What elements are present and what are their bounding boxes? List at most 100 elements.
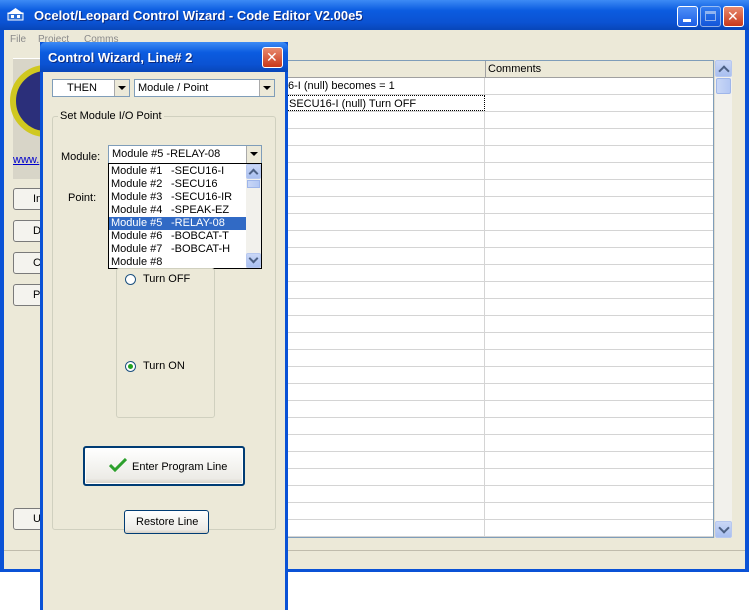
scroll-down-button[interactable] — [715, 521, 732, 538]
code-cell[interactable] — [285, 520, 485, 536]
code-cell[interactable] — [285, 367, 485, 383]
code-cell[interactable] — [285, 129, 485, 145]
wizard-title: Control Wizard, Line# 2 — [48, 50, 193, 65]
code-cell[interactable] — [285, 146, 485, 162]
code-cell[interactable] — [285, 231, 485, 247]
option-type: -SPEAK-EZ — [171, 204, 230, 216]
chevron-up-icon — [718, 65, 730, 77]
enter-program-line-button[interactable]: Enter Program Line — [83, 446, 245, 486]
dropdown-scroll-thumb[interactable] — [247, 180, 260, 188]
table-row[interactable] — [285, 282, 713, 299]
table-row[interactable] — [285, 146, 713, 163]
restore-button-label: Restore Line — [136, 516, 199, 528]
table-row[interactable] — [285, 418, 713, 435]
main-close-button[interactable]: ✕ — [723, 6, 744, 27]
comments-column-header[interactable]: Comments — [485, 61, 713, 77]
table-row[interactable] — [285, 248, 713, 265]
code-cell[interactable] — [285, 401, 485, 417]
table-row[interactable] — [285, 299, 713, 316]
app-icon — [7, 8, 24, 21]
scroll-thumb[interactable] — [716, 78, 731, 94]
code-cell[interactable] — [285, 180, 485, 196]
list-item[interactable]: Module #7 -BOBCAT-H — [109, 243, 246, 256]
restore-line-button[interactable]: Restore Line — [124, 510, 209, 534]
list-item[interactable]: Module #6 -BOBCAT-T — [109, 230, 246, 243]
dropdown-scrollbar[interactable] — [246, 164, 261, 268]
code-cell[interactable] — [285, 350, 485, 366]
table-row[interactable] — [285, 384, 713, 401]
code-cell[interactable] — [285, 537, 485, 538]
code-cell[interactable] — [285, 503, 485, 519]
list-item[interactable]: Module #4 -SPEAK-EZ — [109, 204, 246, 217]
table-row[interactable] — [285, 486, 713, 503]
turn-off-label[interactable]: Turn OFF — [143, 273, 190, 285]
table-row[interactable] — [285, 112, 713, 129]
table-row[interactable] — [285, 537, 714, 538]
code-column-header[interactable] — [285, 61, 486, 77]
dropdown-scroll-up[interactable] — [246, 164, 261, 179]
table-row[interactable] — [285, 350, 713, 367]
table-row[interactable] — [285, 163, 713, 180]
table-row[interactable] — [285, 231, 713, 248]
code-cell[interactable] — [285, 299, 485, 315]
code-cell[interactable] — [285, 452, 485, 468]
minimize-button[interactable] — [677, 6, 698, 27]
turn-off-radio[interactable] — [125, 274, 136, 285]
scroll-up-button[interactable] — [715, 60, 732, 77]
code-cell[interactable] — [285, 469, 485, 485]
action-type-select[interactable]: Module / Point — [134, 79, 275, 97]
list-item[interactable]: Module #2 -SECU16 — [109, 178, 246, 191]
table-row[interactable] — [285, 367, 713, 384]
table-row[interactable] — [285, 469, 713, 486]
code-cell[interactable] — [285, 197, 485, 213]
then-select[interactable]: THEN — [52, 79, 130, 97]
list-item[interactable]: Module #1 -SECU16-I — [109, 165, 246, 178]
list-item[interactable]: Module #5 -RELAY-08 — [109, 217, 246, 230]
table-row[interactable] — [285, 316, 713, 333]
chevron-up-icon — [248, 168, 259, 179]
dropdown-scroll-down[interactable] — [246, 253, 261, 268]
module-select[interactable]: Module #5 -RELAY-08 — [108, 145, 262, 164]
table-row[interactable]: 6-I (null) becomes = 1 — [285, 78, 713, 95]
code-cell[interactable] — [285, 163, 485, 179]
chevron-down-icon — [114, 80, 129, 96]
table-row[interactable] — [285, 435, 713, 452]
module-dropdown-list[interactable]: Module #1 -SECU16-I Module #2 -SECU16 Module… — [108, 163, 262, 269]
menu-file[interactable]: File — [10, 34, 26, 45]
code-cell[interactable] — [285, 418, 485, 434]
maximize-button[interactable] — [700, 6, 721, 27]
website-link[interactable]: www. — [13, 154, 39, 166]
table-row[interactable] — [285, 265, 713, 282]
wizard-title-bar[interactable]: Control Wizard, Line# 2 ✕ — [40, 42, 288, 72]
code-cell[interactable] — [285, 435, 485, 451]
table-row[interactable] — [285, 401, 713, 418]
code-cell[interactable] — [285, 486, 485, 502]
table-row[interactable] — [285, 520, 713, 537]
code-cell[interactable] — [285, 265, 485, 281]
table-row[interactable] — [285, 333, 713, 350]
close-icon: ✕ — [727, 8, 739, 24]
code-cell[interactable] — [285, 248, 485, 264]
main-title-bar[interactable]: Ocelot/Leopard Control Wizard - Code Edi… — [0, 0, 749, 30]
code-cell[interactable] — [285, 316, 485, 332]
table-row[interactable] — [285, 197, 713, 214]
program-grid[interactable]: Comments 6-I (null) becomes = 1 SECU16-I … — [284, 60, 714, 538]
turn-on-radio[interactable] — [125, 361, 136, 372]
code-cell[interactable] — [285, 333, 485, 349]
table-row[interactable]: SECU16-I (null) Turn OFF — [285, 95, 713, 112]
table-row[interactable] — [285, 180, 713, 197]
list-item[interactable]: Module #3 -SECU16-IR — [109, 191, 246, 204]
code-cell[interactable]: 6-I (null) becomes = 1 — [285, 78, 485, 94]
table-row[interactable] — [285, 503, 713, 520]
grid-scrollbar[interactable] — [714, 60, 732, 538]
code-cell[interactable]: SECU16-I (null) Turn OFF — [285, 95, 485, 111]
code-cell[interactable] — [285, 384, 485, 400]
code-cell[interactable] — [285, 282, 485, 298]
table-row[interactable] — [285, 214, 713, 231]
table-row[interactable] — [285, 129, 713, 146]
wizard-close-button[interactable]: ✕ — [262, 47, 283, 68]
code-cell[interactable] — [285, 214, 485, 230]
turn-on-label[interactable]: Turn ON — [143, 360, 185, 372]
code-cell[interactable] — [285, 112, 485, 128]
table-row[interactable] — [285, 452, 713, 469]
